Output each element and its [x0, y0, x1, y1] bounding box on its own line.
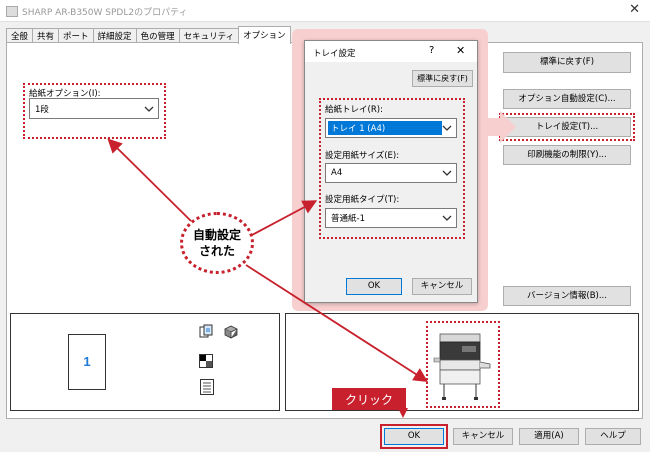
callout-line-2: された [198, 244, 235, 258]
tab-options[interactable]: オプション [238, 26, 291, 44]
annotation-arrows [107, 138, 429, 382]
auto-configured-callout: 自動設定 された [180, 212, 254, 274]
feed-tray-value: トレイ 1 (A4) [331, 124, 386, 134]
callout-line-1: 自動設定 [192, 227, 241, 242]
